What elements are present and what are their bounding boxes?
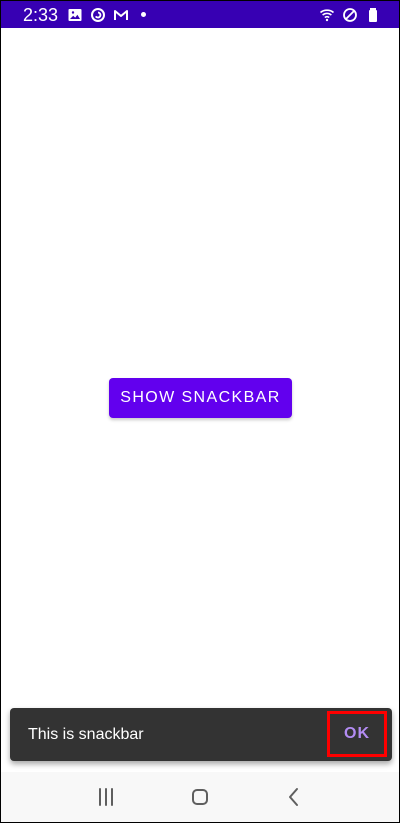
snackbar: This is snackbar OK [10,708,392,761]
notification-dot-icon [141,12,147,17]
status-right [319,7,381,23]
wifi-icon [319,7,335,23]
recent-apps-icon[interactable] [93,784,119,810]
sync-icon [90,7,106,23]
home-icon[interactable] [187,784,213,810]
main-content: SHOW SNACKBAR [1,28,399,784]
snackbar-ok-button[interactable]: OK [327,711,387,757]
snackbar-message: This is snackbar [28,725,144,743]
gmail-icon [113,7,129,23]
status-time: 2:33 [23,4,59,25]
do-not-disturb-icon [342,7,358,23]
status-bar: 2:33 [1,1,399,28]
android-navigation-bar [1,772,399,822]
status-left: 2:33 [23,4,147,25]
battery-icon [365,7,381,23]
image-icon [67,7,83,23]
back-icon[interactable] [281,784,307,810]
show-snackbar-button[interactable]: SHOW SNACKBAR [109,378,292,418]
